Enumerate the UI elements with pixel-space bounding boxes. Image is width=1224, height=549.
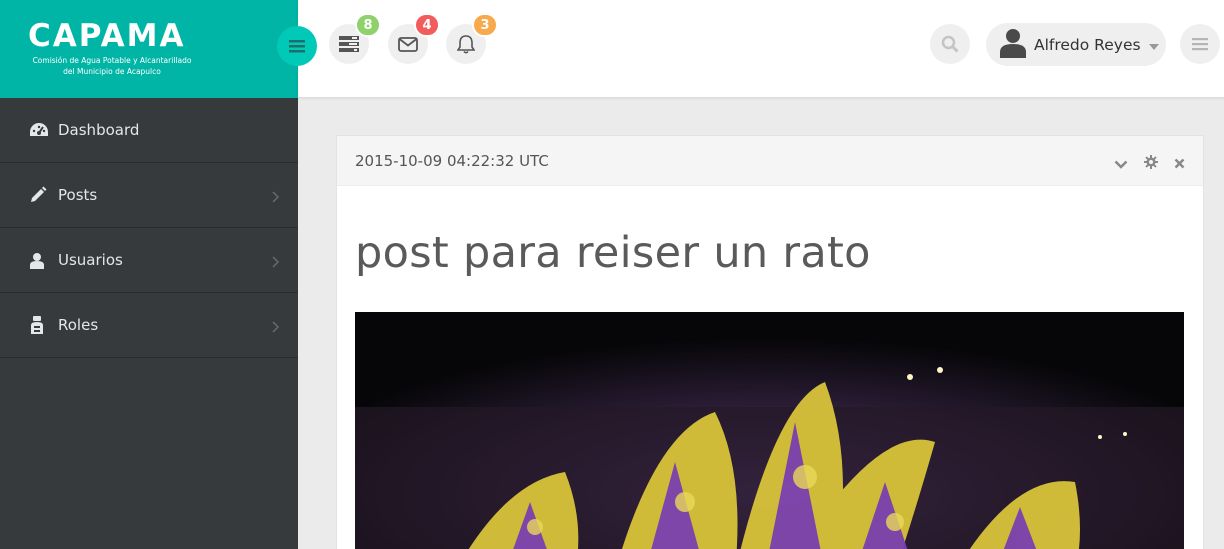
- notifications-button[interactable]: 3: [446, 13, 498, 64]
- sidebar-item-usuarios[interactable]: Usuarios: [0, 228, 298, 293]
- avatar: [999, 28, 1027, 62]
- sidebar-toggle-button[interactable]: [277, 26, 317, 66]
- close-icon[interactable]: [1174, 154, 1185, 173]
- search-icon: [941, 35, 959, 53]
- sidebar-item-label: Posts: [58, 186, 98, 204]
- user-icon: [0, 252, 58, 269]
- sidebar-item-posts[interactable]: Posts: [0, 163, 298, 228]
- panel-header: 2015-10-09 04:22:32 UTC: [337, 136, 1203, 186]
- messages-button[interactable]: 4: [388, 13, 440, 64]
- sidebar-item-label: Dashboard: [58, 121, 140, 139]
- bell-icon: [457, 34, 475, 54]
- gear-icon[interactable]: [1144, 154, 1158, 173]
- collapse-icon[interactable]: [1114, 154, 1128, 173]
- post-timestamp: 2015-10-09 04:22:32 UTC: [355, 152, 549, 170]
- tasks-icon: [339, 36, 359, 52]
- sidebar: CAPAMA Comisión de Agua Potable y Alcant…: [0, 0, 298, 549]
- brand-subtitle: Comisión de Agua Potable y Alcantarillad…: [32, 56, 192, 76]
- post-title: post para reiser un rato: [355, 228, 871, 278]
- caret-down-icon: [1148, 36, 1159, 54]
- hamburger-icon: [289, 39, 305, 52]
- more-menu-button[interactable]: [1180, 24, 1220, 64]
- roles-icon: [0, 316, 58, 334]
- user-name: Alfredo Reyes: [1034, 35, 1141, 54]
- sidebar-item-label: Roles: [58, 316, 99, 334]
- post-image[interactable]: [355, 312, 1184, 549]
- brand-title: CAPAMA: [28, 18, 186, 54]
- panel-tools: [1114, 154, 1185, 173]
- messages-badge: 4: [414, 13, 440, 37]
- sidebar-item-label: Usuarios: [58, 251, 123, 269]
- tasks-button[interactable]: 8: [329, 13, 381, 64]
- hamburger-icon: [1192, 37, 1208, 50]
- sidebar-item-roles[interactable]: Roles: [0, 293, 298, 358]
- search-button[interactable]: [930, 24, 970, 64]
- notifications-badge: 3: [472, 13, 498, 37]
- chevron-right-icon: [272, 189, 280, 207]
- sidebar-item-dashboard[interactable]: Dashboard: [0, 98, 298, 163]
- pencil-icon: [0, 186, 58, 204]
- chevron-right-icon: [272, 254, 280, 272]
- brand-logo[interactable]: CAPAMA Comisión de Agua Potable y Alcant…: [0, 0, 298, 98]
- dashboard-icon: [0, 122, 58, 138]
- user-menu[interactable]: Alfredo Reyes: [986, 23, 1166, 66]
- top-header: 8 4 3 Alfredo Reyes: [298, 0, 1224, 98]
- post-panel: 2015-10-09 04:22:32 UTC post para reiser…: [336, 135, 1204, 549]
- tasks-badge: 8: [355, 13, 381, 37]
- chevron-right-icon: [272, 319, 280, 337]
- envelope-icon: [398, 36, 418, 52]
